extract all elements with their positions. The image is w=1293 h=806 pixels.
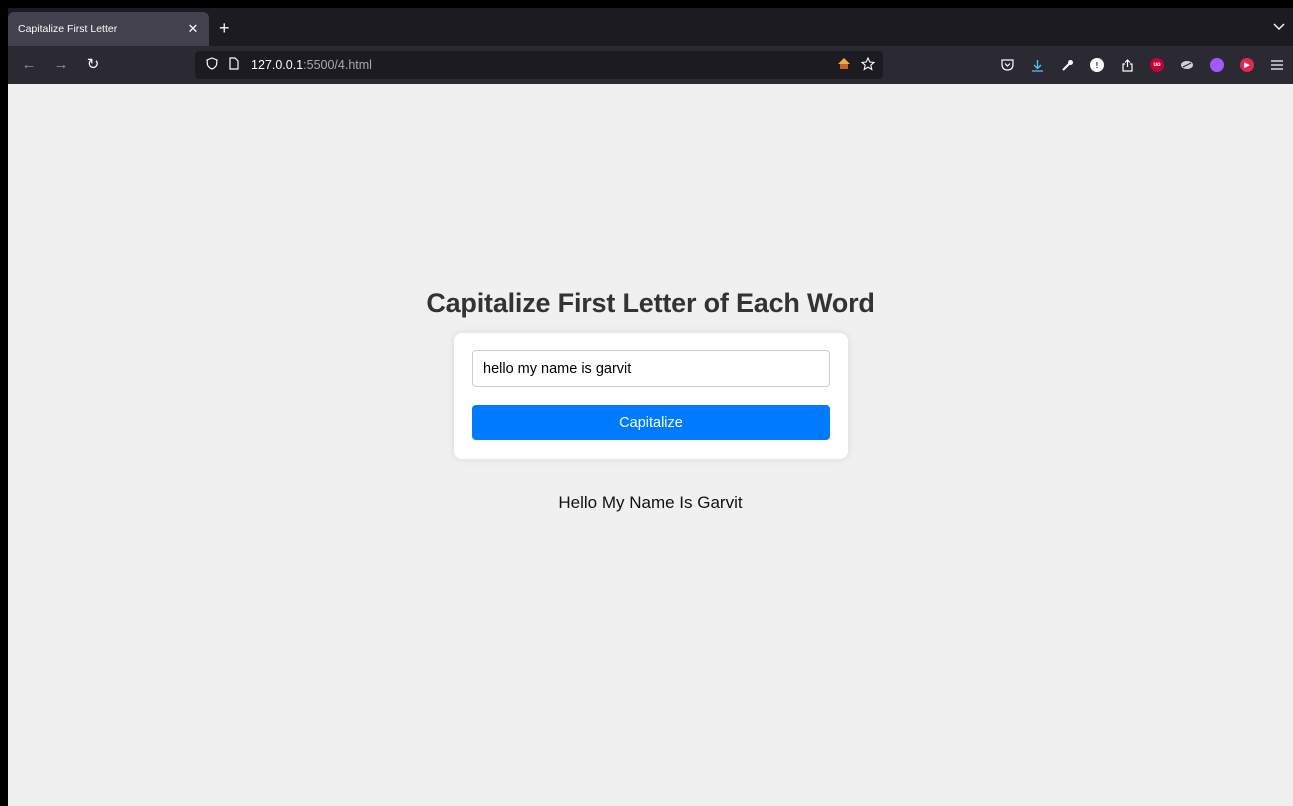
result-text: Hello My Name Is Garvit xyxy=(558,493,743,512)
pocket-icon[interactable] xyxy=(997,55,1017,75)
toolbar: ! uo ▶ xyxy=(997,46,1287,84)
nav-bar: ← → ↻ 127.0.0.1:5500/4.html ! uo ▶ xyxy=(8,46,1293,84)
hamburger-menu-icon[interactable] xyxy=(1267,55,1287,75)
page-content: Capitalize First Letter of Each Word Cap… xyxy=(8,84,1293,806)
tracking-protection-shield-icon[interactable] xyxy=(203,57,221,73)
home-icon[interactable] xyxy=(837,57,851,73)
url-path: :5500/4.html xyxy=(303,58,372,72)
tab-active[interactable]: Capitalize First Letter ✕ xyxy=(8,12,209,46)
page-heading: Capitalize First Letter of Each Word xyxy=(426,288,875,318)
input-card: Capitalize xyxy=(454,333,848,459)
url-actions xyxy=(837,56,876,74)
url-bar[interactable]: 127.0.0.1:5500/4.html xyxy=(195,51,883,79)
info-extension-icon[interactable]: ! xyxy=(1087,55,1107,75)
bookmark-star-icon[interactable] xyxy=(860,56,876,74)
page-info-icon[interactable] xyxy=(225,57,243,73)
browser-window: Capitalize First Letter ✕ + ← → ↻ 127.0.… xyxy=(8,8,1293,806)
video-extension-icon[interactable]: ▶ xyxy=(1237,55,1257,75)
purple-extension-icon[interactable] xyxy=(1207,55,1227,75)
ublock-origin-icon[interactable]: uo xyxy=(1147,55,1167,75)
back-arrow-icon[interactable]: ← xyxy=(18,54,40,76)
share-icon[interactable] xyxy=(1117,55,1137,75)
url-text[interactable]: 127.0.0.1:5500/4.html xyxy=(251,58,837,72)
capitalize-button[interactable]: Capitalize xyxy=(472,405,830,440)
wrench-icon[interactable] xyxy=(1057,55,1077,75)
tab-list-chevron-icon[interactable] xyxy=(1273,20,1285,34)
tab-close-icon[interactable]: ✕ xyxy=(185,21,201,37)
text-input[interactable] xyxy=(472,350,830,387)
forward-arrow-icon[interactable]: → xyxy=(50,54,72,76)
download-icon[interactable] xyxy=(1027,55,1047,75)
extension-icon[interactable] xyxy=(1177,55,1197,75)
tab-title: Capitalize First Letter xyxy=(18,23,118,35)
new-tab-icon[interactable]: + xyxy=(219,19,230,37)
tab-strip: Capitalize First Letter ✕ + xyxy=(8,8,1293,46)
reload-icon[interactable]: ↻ xyxy=(82,54,104,76)
url-host: 127.0.0.1 xyxy=(251,58,304,72)
